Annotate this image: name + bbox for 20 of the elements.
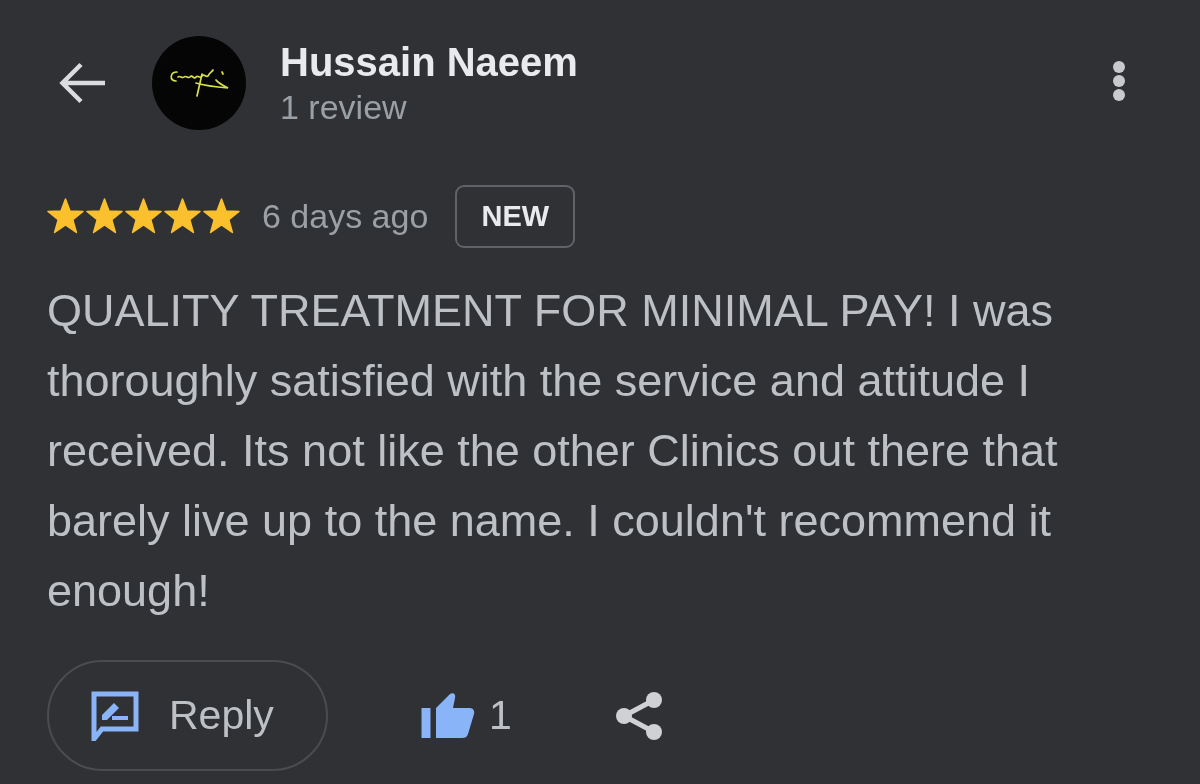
reviewer-name: Hussain Naeem [280, 39, 578, 85]
star-icon [47, 198, 84, 234]
star-icon [164, 198, 201, 234]
more-menu-button[interactable] [1112, 60, 1126, 102]
share-button[interactable] [615, 690, 662, 741]
star-icon [86, 198, 123, 234]
review-text: QUALITY TREATMENT FOR MINIMAL PAY! I was thoroughly satisfied with the service and attitude I received. Its not like the other Clinics out there that barely live up to the name. I couldn't recommend it enough! [47, 284, 1059, 618]
reply-button[interactable]: Reply [47, 660, 328, 771]
reply-icon [90, 690, 140, 741]
like-button[interactable]: 1 [420, 691, 512, 740]
share-icon [615, 690, 662, 741]
star-icon [203, 198, 240, 234]
star-icon [125, 198, 162, 234]
avatar-logo-icon [152, 36, 246, 130]
new-badge: NEW [455, 184, 576, 248]
review-count: 1 review [280, 87, 408, 127]
more-menu-icon [1112, 60, 1126, 102]
back-button[interactable] [58, 61, 106, 105]
review-time: 6 days ago [262, 196, 429, 236]
back-arrow-icon [58, 61, 106, 105]
